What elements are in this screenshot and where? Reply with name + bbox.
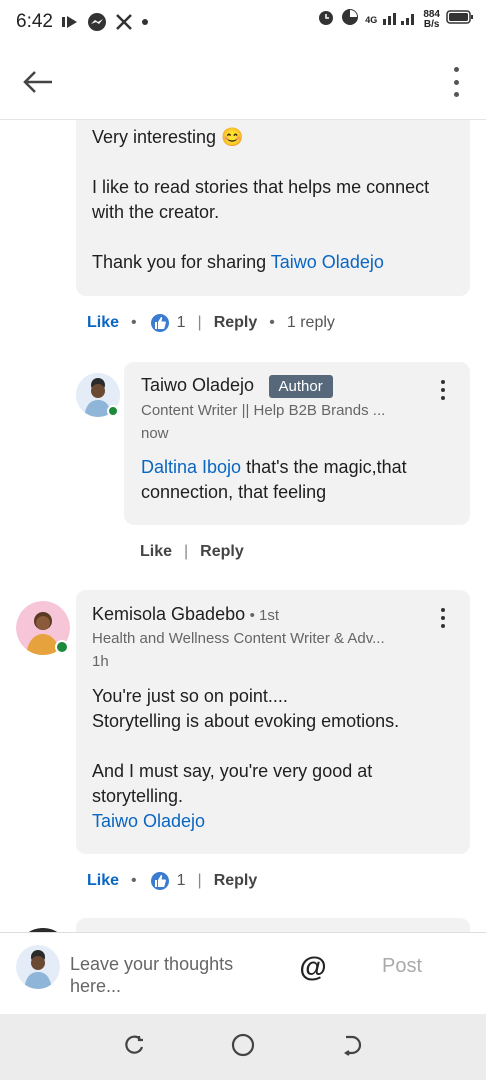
separator-bar: |: [184, 543, 189, 560]
home-circle-icon: [231, 1033, 255, 1056]
kebab-dot-icon: [441, 396, 445, 400]
comment-text: Very interesting 😊 I like to read storie…: [92, 125, 462, 275]
comment-input[interactable]: Leave your thoughts here...: [70, 953, 280, 997]
mention-button[interactable]: @: [297, 951, 329, 983]
alarm-icon: [317, 8, 335, 32]
kebab-dot-icon: [441, 388, 445, 392]
connection-degree: • 1st: [249, 607, 279, 624]
comment-line: Thank you for sharing Taiwo Oladejo: [92, 250, 462, 275]
comment-timestamp: now: [141, 425, 169, 442]
comment-text: You're just so on point.... Storytelling…: [92, 684, 462, 834]
comment-composer: Leave your thoughts here... @ Post: [0, 932, 486, 1014]
comment-actions: Like • 1 | Reply • 1 reply: [87, 312, 335, 334]
system-nav-bar: [0, 1014, 486, 1080]
more-dot-icon: [453, 92, 459, 97]
comment-line: And I must say, you're very good at: [92, 761, 373, 781]
comment-line: Very interesting 😊: [92, 127, 244, 147]
reply-line-text: that's the magic,that: [241, 457, 407, 477]
network-type: 4G: [365, 15, 378, 25]
recent-apps-button[interactable]: [122, 1033, 146, 1062]
comment-line: I like to read stories that helps me con…: [92, 177, 430, 197]
comment-line: Storytelling is about evoking emotions.: [92, 711, 400, 731]
app-bar: [0, 44, 486, 120]
more-dot-icon: [453, 67, 459, 72]
comment-header: Kemisola Gbadebo • 1st: [92, 604, 279, 625]
reply-line: Daltina Ibojo that's the magic,that: [141, 455, 461, 480]
online-status-icon: [55, 640, 69, 654]
commenter-name[interactable]: Taiwo Oladejo: [141, 375, 254, 395]
back-nav-icon: [344, 1035, 362, 1056]
commenter-headline: Health and Wellness Content Writer & Adv…: [92, 630, 385, 647]
reply-text: Daltina Ibojo that's the magic,that conn…: [141, 455, 461, 505]
reply-button[interactable]: Reply: [200, 543, 244, 561]
commenter-headline: Content Writer || Help B2B Brands ...: [141, 402, 386, 419]
input-placeholder: here...: [70, 976, 122, 996]
separator-bar: |: [197, 314, 202, 331]
reply-actions: Like | Reply: [140, 543, 244, 561]
kebab-dot-icon: [441, 624, 445, 628]
more-dot-icon: [453, 79, 459, 85]
replies-count-link[interactable]: 1 reply: [287, 314, 335, 332]
separator-bar: |: [197, 872, 202, 889]
net-speed-unit: B/s: [423, 19, 440, 30]
signal-icon: [383, 9, 417, 31]
status-time: 6:42: [16, 11, 53, 32]
user-avatar: [16, 945, 60, 989]
like-button[interactable]: Like: [87, 872, 119, 890]
kebab-dot-icon: [441, 616, 445, 620]
mention-link[interactable]: Taiwo Oladejo: [92, 809, 462, 834]
comment-options-button[interactable]: [436, 606, 450, 630]
x-logo-icon: [115, 13, 133, 31]
like-button[interactable]: Like: [140, 543, 172, 561]
comment-line: You're just so on point....: [92, 686, 288, 706]
battery-icon: [446, 9, 474, 31]
comment-actions: Like • 1 | Reply: [87, 870, 257, 892]
reply-button[interactable]: Reply: [214, 314, 258, 332]
kebab-dot-icon: [441, 608, 445, 612]
post-button[interactable]: Post: [382, 955, 422, 978]
thumbs-up-reaction-icon[interactable]: [148, 870, 171, 892]
thumbs-up-reaction-icon[interactable]: [148, 312, 171, 334]
back-nav-button[interactable]: [340, 1033, 364, 1062]
mention-link[interactable]: Daltina Ibojo: [141, 457, 241, 477]
input-placeholder: Leave your thoughts: [70, 954, 234, 974]
kebab-dot-icon: [441, 380, 445, 384]
net-speed: 884 B/s: [423, 10, 440, 30]
arrow-left-icon: [23, 71, 52, 93]
separator-dot: •: [131, 314, 137, 331]
reply-bubble: Taiwo Oladejo Author Content Writer || H…: [124, 362, 470, 525]
comment-line: storytelling.: [92, 786, 184, 806]
messenger-icon: [87, 12, 107, 32]
status-bar: 6:42 4G 884 B/s: [0, 0, 486, 44]
more-options-button[interactable]: [448, 64, 464, 100]
online-status-icon: [107, 405, 119, 417]
separator-dot: •: [269, 314, 275, 331]
home-button[interactable]: [230, 1032, 256, 1063]
reaction-count[interactable]: 1: [177, 314, 186, 332]
comment-timestamp: 1h: [92, 653, 109, 670]
comments-list[interactable]: Very interesting 😊 I like to read storie…: [0, 120, 486, 932]
mention-link[interactable]: Taiwo Oladejo: [271, 252, 384, 272]
recent-apps-icon: [125, 1035, 144, 1054]
reply-line: connection, that feeling: [141, 482, 327, 502]
comment-line-text: Thank you for sharing: [92, 252, 267, 272]
notification-dot-icon: [141, 18, 149, 26]
comment-bubble: Kemisola Gbadebo • 1st Health and Wellne…: [76, 590, 470, 854]
reply-header: Taiwo Oladejo Author: [141, 375, 333, 399]
comment-line: with the creator.: [92, 202, 220, 222]
reply-button[interactable]: Reply: [214, 872, 258, 890]
like-button[interactable]: Like: [87, 314, 119, 332]
media-play-icon: [61, 14, 79, 30]
reply-options-button[interactable]: [436, 378, 450, 402]
comment-bubble: Very interesting 😊 I like to read storie…: [76, 120, 470, 296]
reaction-count[interactable]: 1: [177, 872, 186, 890]
separator-dot: •: [131, 872, 137, 889]
author-badge: Author: [268, 375, 333, 399]
back-button[interactable]: [18, 64, 58, 100]
commenter-name[interactable]: Kemisola Gbadebo: [92, 604, 245, 624]
comment-bubble: [76, 918, 470, 932]
timer-icon: [341, 8, 359, 32]
